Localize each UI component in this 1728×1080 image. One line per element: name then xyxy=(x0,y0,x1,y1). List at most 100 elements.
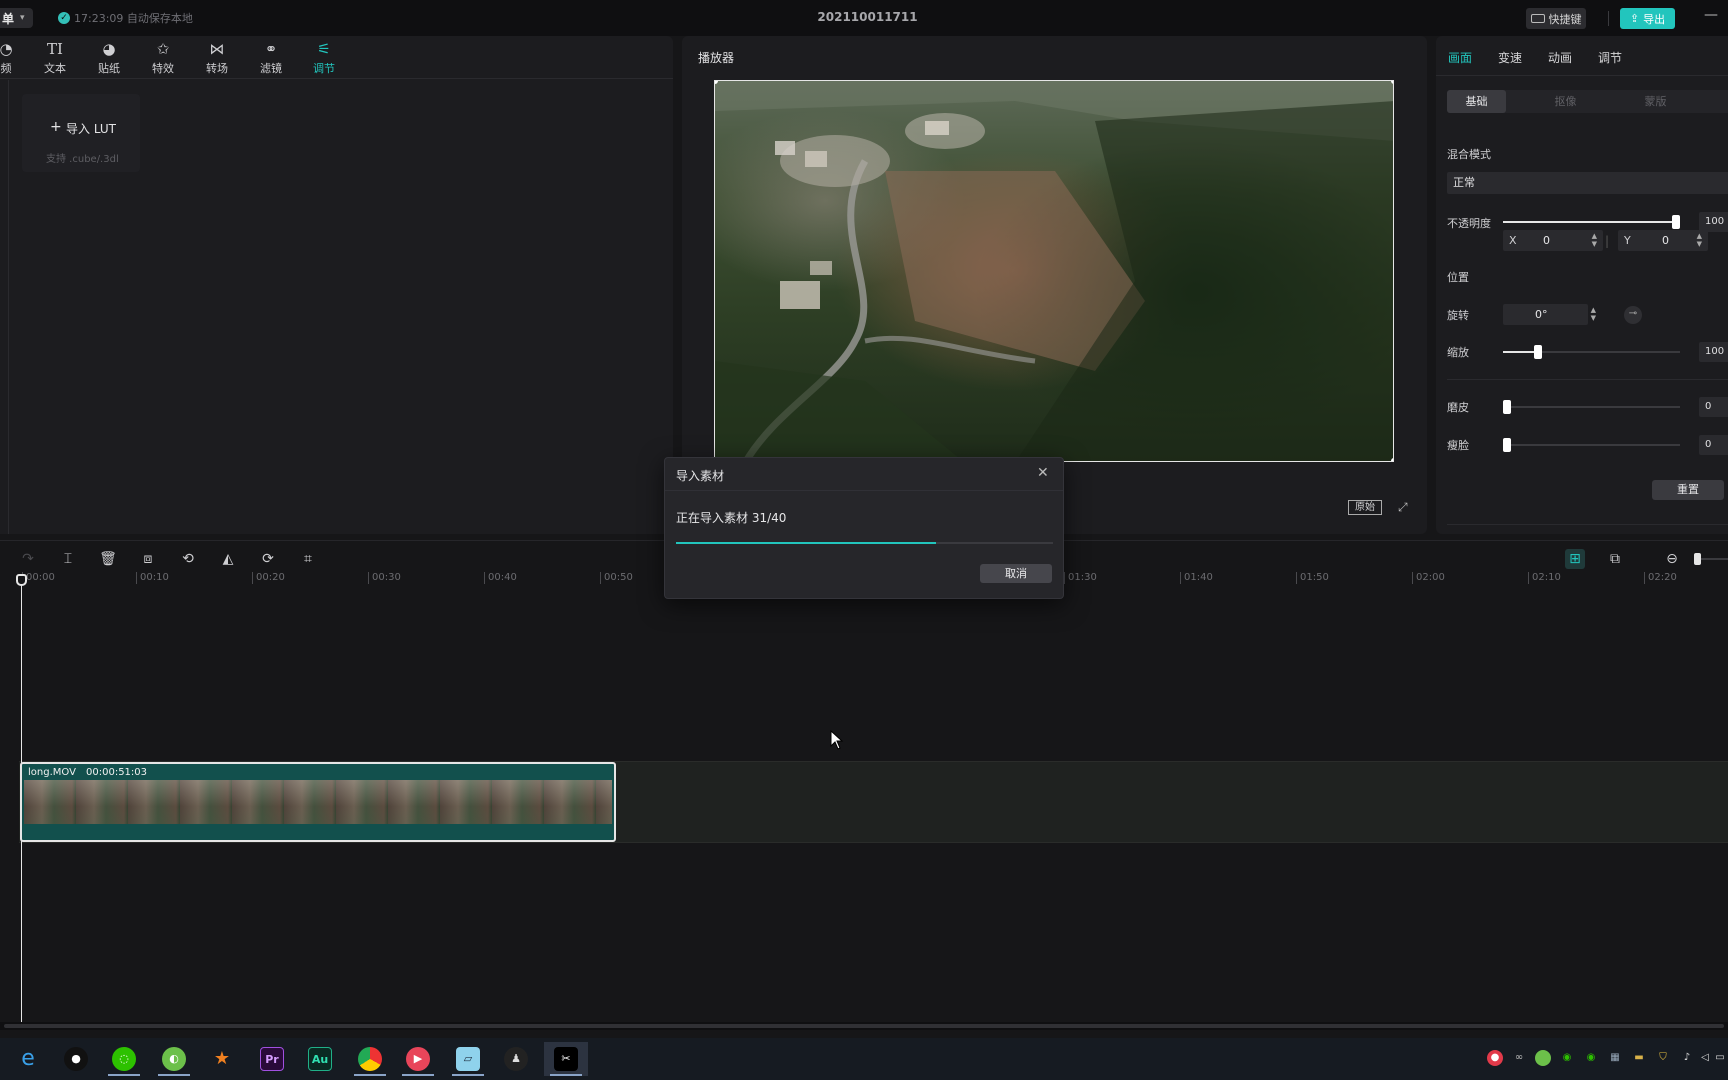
tray-mic-icon[interactable]: ♪ xyxy=(1679,1050,1695,1066)
tray-wechat2-icon[interactable]: ◉ xyxy=(1583,1050,1599,1066)
resize-handle[interactable] xyxy=(1391,81,1393,84)
tool-text[interactable]: TI 文本 xyxy=(35,40,75,76)
tab-animation[interactable]: 动画 xyxy=(1548,49,1572,66)
stepper-icon[interactable]: ▲ ▼ xyxy=(1591,306,1596,322)
redo-icon[interactable]: ↷ xyxy=(18,549,38,569)
tool-transition[interactable]: ⋈ 转场 xyxy=(197,40,237,76)
tray-wechat-icon[interactable]: ◉ xyxy=(1559,1050,1575,1066)
taskbar-app-green[interactable]: ◐ xyxy=(152,1042,196,1076)
opacity-slider[interactable] xyxy=(1503,215,1680,229)
tray-recorder-icon[interactable]: ● xyxy=(1487,1050,1503,1066)
ie-icon: e xyxy=(21,1046,35,1071)
tool-filter[interactable]: ⚭ 滤镜 xyxy=(251,40,291,76)
zoom-out-icon[interactable]: ⊖ xyxy=(1662,549,1682,569)
tray-desktop-icon[interactable]: ▭ xyxy=(1712,1050,1728,1066)
import-lut-card[interactable]: + 导入 LUT 支持 .cube/.3dl xyxy=(22,94,140,172)
mirror-icon[interactable]: ◭ xyxy=(218,549,238,569)
taskbar-wechat[interactable]: ◌ xyxy=(102,1042,146,1076)
link-clips-icon[interactable]: ⧉ xyxy=(1605,549,1625,569)
taskbar-capcut[interactable]: ✂ xyxy=(544,1042,588,1076)
clip-name: long.MOV xyxy=(28,767,76,778)
crop-icon[interactable]: ⌗ xyxy=(298,549,318,569)
scale-slider-knob[interactable] xyxy=(1534,345,1543,359)
magnet-snap-icon[interactable]: ⊞ xyxy=(1565,549,1585,569)
main-menu-button[interactable]: 单 ▾ xyxy=(0,8,33,28)
position-y-field[interactable]: Y 0 ▲ ▼ xyxy=(1618,230,1708,251)
cancel-button[interactable]: 取消 xyxy=(980,564,1052,583)
fullscreen-icon[interactable]: ⤢ xyxy=(1398,500,1412,514)
rotate-icon[interactable]: ⟳ xyxy=(258,549,278,569)
tray-network-icon[interactable]: ▦ xyxy=(1607,1050,1623,1066)
subtab-mask[interactable]: 蒙版 xyxy=(1626,90,1685,113)
sticker-icon: ◕ xyxy=(102,40,116,58)
opacity-value[interactable]: 100 xyxy=(1699,212,1728,232)
taskbar-notes[interactable]: ▱ xyxy=(446,1042,490,1076)
minimize-icon[interactable]: — xyxy=(1704,8,1720,24)
taskbar-premiere[interactable]: Pr xyxy=(250,1042,294,1076)
reset-button[interactable]: 重置 xyxy=(1652,480,1724,500)
close-icon[interactable]: ✕ xyxy=(1037,465,1049,481)
tab-speed[interactable]: 变速 xyxy=(1498,49,1522,66)
smooth-value[interactable]: 0 xyxy=(1699,397,1728,417)
delete-icon[interactable]: 🗑 xyxy=(98,549,118,569)
export-button[interactable]: ⇪ 导出 xyxy=(1620,8,1675,29)
scale-value[interactable]: 100 xyxy=(1699,342,1728,362)
scale-slider[interactable] xyxy=(1503,345,1680,359)
video-preview[interactable] xyxy=(714,80,1394,462)
video-clip[interactable]: long.MOV 00:00:51:03 xyxy=(20,762,616,842)
taskbar-audition[interactable]: Au xyxy=(298,1042,342,1076)
tool-effects[interactable]: ✩ 特效 xyxy=(143,40,183,76)
tool-sticker[interactable]: ◕ 贴纸 xyxy=(89,40,129,76)
autosave-text: 17:23:09 自动保存本地 xyxy=(74,12,193,25)
aspect-original-button[interactable]: 原始 xyxy=(1348,500,1382,515)
tray-link-icon[interactable]: ∞ xyxy=(1511,1050,1527,1066)
taskbar-app-orange[interactable]: ★ xyxy=(200,1042,244,1076)
freeze-icon[interactable]: ⧈ xyxy=(138,549,158,569)
taskbar-recorder[interactable]: ▶ xyxy=(396,1042,440,1076)
rotation-field[interactable]: 0° ▲ ▼ xyxy=(1503,304,1596,325)
slim-slider-knob[interactable] xyxy=(1503,438,1511,452)
properties-panel: 画面 变速 动画 调节 基础 抠像 蒙版 混合模式 正常 不透明度 位置 旋转 … xyxy=(1436,36,1728,534)
playhead-handle[interactable] xyxy=(16,574,27,586)
tray-volume-icon[interactable]: ◁ xyxy=(1697,1050,1713,1066)
zoom-slider-knob[interactable] xyxy=(1694,553,1701,565)
timeline-scrollbar[interactable] xyxy=(0,1022,1728,1030)
tray-green-icon[interactable] xyxy=(1535,1050,1551,1066)
rotate-dial-icon[interactable]: ⊸ xyxy=(1624,306,1642,324)
tab-adjust[interactable]: 调节 xyxy=(1598,49,1622,66)
resize-handle[interactable] xyxy=(1391,458,1393,461)
check-circle-icon: ✓ xyxy=(58,12,70,24)
smooth-slider[interactable] xyxy=(1503,400,1680,414)
ruler-tick: 01:50 xyxy=(1296,572,1329,584)
media-panel: ◔ 频 TI 文本 ◕ 贴纸 ✩ 特效 ⋈ 转场 ⚭ 滤镜 ⚟ 调节 + 导入 xyxy=(0,36,673,534)
scale-label: 缩放 xyxy=(1447,346,1469,359)
taskbar-ie[interactable]: e xyxy=(6,1042,50,1076)
reverse-icon[interactable]: ⟲ xyxy=(178,549,198,569)
playhead-line[interactable] xyxy=(21,574,22,1022)
shortcut-button[interactable]: 快捷键 xyxy=(1526,8,1586,29)
stepper-icon[interactable]: ▲ ▼ xyxy=(1697,232,1702,248)
blend-mode-select[interactable]: 正常 xyxy=(1447,172,1728,194)
tray-shield-icon[interactable]: ⛉ xyxy=(1655,1050,1671,1066)
split-icon[interactable]: ⌶ xyxy=(58,549,78,569)
opacity-slider-knob[interactable] xyxy=(1672,215,1680,229)
taskbar-qq[interactable]: ● xyxy=(54,1042,98,1076)
tool-media[interactable]: ◔ 频 xyxy=(0,40,26,76)
stepper-icon[interactable]: ▲ ▼ xyxy=(1592,232,1597,248)
position-x-field[interactable]: X 0 ▲ ▼ xyxy=(1503,230,1603,251)
import-progress-fill xyxy=(676,542,937,544)
taskbar-app-dark[interactable]: ♟ xyxy=(494,1042,538,1076)
tray-folder-icon[interactable]: ▬ xyxy=(1631,1050,1647,1066)
taskbar-chrome[interactable] xyxy=(348,1042,392,1076)
slim-slider[interactable] xyxy=(1503,438,1680,452)
tab-picture[interactable]: 画面 xyxy=(1448,49,1472,66)
os-taskbar: e ● ◌ ◐ ★ Pr Au ▶ ▱ ♟ ✂ ● ∞ ◉ ◉ ▦ ▬ ⛉ ♪ … xyxy=(0,1038,1728,1080)
subtab-cutout[interactable]: 抠像 xyxy=(1536,90,1595,113)
tool-adjust[interactable]: ⚟ 调节 xyxy=(304,40,344,76)
zoom-slider[interactable] xyxy=(1694,553,1728,565)
smooth-slider-knob[interactable] xyxy=(1503,400,1511,414)
timeline-scroll-thumb[interactable] xyxy=(4,1024,1724,1028)
subtab-basic[interactable]: 基础 xyxy=(1447,90,1506,113)
ruler-tick: 02:10 xyxy=(1528,572,1561,584)
slim-value[interactable]: 0 xyxy=(1699,435,1728,455)
